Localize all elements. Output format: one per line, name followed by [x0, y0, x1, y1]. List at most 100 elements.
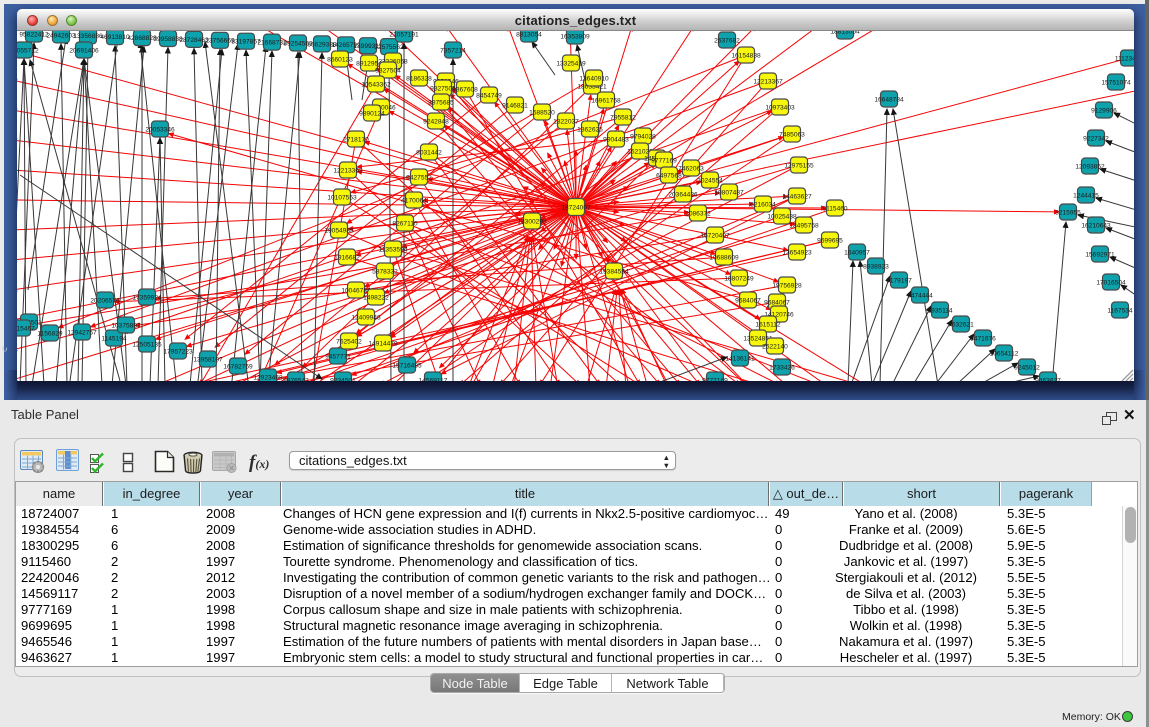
svg-text:9115460: 9115460 [822, 205, 848, 212]
svg-text:9890124: 9890124 [359, 110, 385, 117]
svg-text:15716485: 15716485 [392, 362, 422, 369]
svg-text:12409948: 12409948 [351, 314, 381, 321]
svg-text:21057191: 21057191 [389, 31, 419, 38]
svg-text:20206576: 20206576 [90, 297, 120, 304]
svg-text:10654112: 10654112 [990, 350, 1019, 357]
svg-text:10375887: 10375887 [111, 322, 141, 329]
svg-text:16720407: 16720407 [700, 232, 730, 239]
svg-text:2367608: 2367608 [452, 86, 478, 93]
svg-text:14136141: 14136141 [725, 355, 755, 362]
svg-text:13356886: 13356886 [73, 33, 103, 40]
svg-text:9227342: 9227342 [1083, 135, 1109, 142]
svg-text:9146821: 9146821 [502, 102, 528, 109]
svg-text:9777169: 9777169 [651, 157, 677, 164]
svg-text:12213367: 12213367 [753, 78, 783, 85]
svg-text:12942757: 12942757 [67, 329, 97, 336]
svg-text:16353809: 16353809 [560, 33, 590, 40]
svg-text:9684067: 9684067 [735, 297, 761, 304]
svg-text:1733426: 1733426 [769, 364, 795, 371]
svg-text:3024554: 3024554 [697, 177, 723, 184]
svg-text:1322037: 1322037 [553, 118, 579, 125]
svg-text:9876543: 9876543 [283, 377, 309, 381]
svg-text:7357214: 7357214 [440, 47, 466, 54]
svg-text:4170064: 4170064 [401, 197, 427, 204]
svg-text:9129906: 9129906 [1091, 107, 1117, 114]
svg-text:12093852: 12093852 [1075, 163, 1105, 170]
svg-text:17016504: 17016504 [1096, 279, 1126, 286]
svg-text:1244415: 1244415 [1073, 192, 1099, 199]
svg-text:1145194: 1145194 [101, 335, 127, 342]
svg-text:13325419: 13325419 [556, 60, 586, 67]
svg-text:9777169: 9777169 [702, 377, 728, 381]
svg-text:10688609: 10688609 [709, 254, 739, 261]
svg-text:1498222: 1498222 [363, 294, 389, 301]
svg-text:9463627: 9463627 [1035, 377, 1061, 381]
svg-text:9904483: 9904483 [603, 136, 629, 143]
svg-text:19384554: 19384554 [599, 268, 629, 275]
svg-text:8660123: 8660123 [327, 56, 353, 63]
svg-text:2935114: 2935114 [927, 307, 953, 314]
svg-text:19756928: 19756928 [772, 282, 802, 289]
svg-text:1156829: 1156829 [37, 330, 63, 337]
svg-text:9684067: 9684067 [764, 299, 790, 306]
svg-text:9699695: 9699695 [817, 237, 843, 244]
svg-text:10807487: 10807487 [714, 189, 744, 196]
svg-text:6216034: 6216034 [750, 201, 776, 208]
svg-text:1362625: 1362625 [577, 126, 603, 133]
svg-text:9457771: 9457771 [325, 353, 351, 360]
svg-text:9427552: 9427552 [406, 174, 432, 181]
svg-text:1640957: 1640957 [844, 249, 870, 256]
svg-text:2086372: 2086372 [685, 210, 711, 217]
svg-text:9474444: 9474444 [907, 292, 933, 299]
svg-text:7462063: 7462063 [678, 165, 704, 172]
svg-text:12213363: 12213363 [333, 167, 363, 174]
svg-text:20691406: 20691406 [69, 47, 99, 54]
svg-text:12923468: 12923468 [253, 374, 283, 381]
svg-text:18724007: 18724007 [561, 204, 591, 211]
svg-text:24942603: 24942603 [46, 32, 76, 39]
svg-text:16961758: 16961758 [591, 97, 621, 104]
svg-text:9234501: 9234501 [330, 377, 356, 381]
svg-text:11353594: 11353594 [379, 246, 408, 253]
svg-text:8267110: 8267110 [392, 220, 418, 227]
svg-text:17957223: 17957223 [163, 348, 193, 355]
svg-text:8813054: 8813054 [516, 31, 542, 38]
svg-text:22575562: 22575562 [374, 44, 404, 51]
svg-text:7485063: 7485063 [779, 131, 805, 138]
svg-text:16648784: 16648784 [874, 96, 904, 103]
svg-text:1615112: 1615112 [755, 321, 781, 328]
svg-text:7955812: 7955812 [610, 114, 636, 121]
svg-text:3915467: 3915467 [17, 325, 35, 332]
svg-text:10107553: 10107553 [327, 194, 357, 201]
svg-text:9327504: 9327504 [375, 67, 401, 74]
svg-text:2637682: 2637682 [714, 37, 740, 44]
svg-text:3875685: 3875685 [428, 99, 454, 106]
svg-text:18807249: 18807249 [724, 275, 754, 282]
svg-text:16210643: 16210643 [1081, 222, 1111, 229]
svg-text:7632621: 7632621 [948, 321, 974, 328]
svg-text:12505135: 12505135 [132, 341, 162, 348]
svg-text:10025438: 10025438 [767, 213, 797, 220]
svg-text:5878332: 5878332 [372, 268, 398, 275]
svg-text:14569117: 14569117 [419, 377, 448, 381]
svg-text:8938923: 8938923 [863, 263, 889, 270]
svg-text:8031442: 8031442 [416, 149, 442, 156]
svg-text:10046785: 10046785 [341, 287, 371, 294]
svg-text:9794028: 9794028 [630, 133, 656, 140]
svg-text:24055712: 24055712 [17, 47, 39, 54]
svg-text:10543362: 10543362 [361, 81, 391, 88]
svg-text:6497568: 6497568 [656, 172, 682, 179]
svg-text:14914479: 14914479 [368, 340, 398, 347]
svg-text:15751074: 15751074 [1101, 79, 1131, 86]
svg-text:13640910: 13640910 [579, 75, 609, 82]
svg-text:20364436: 20364436 [668, 191, 698, 198]
svg-text:12975155: 12975155 [784, 162, 814, 169]
svg-text:95822412: 95822412 [19, 31, 49, 38]
svg-text:18495758: 18495758 [789, 222, 819, 229]
svg-text:17359924: 17359924 [132, 294, 162, 301]
svg-text:11123456: 11123456 [1115, 55, 1134, 62]
svg-text:1588520: 1588520 [529, 109, 555, 116]
svg-text:6179197: 6179197 [886, 277, 912, 284]
svg-text:2718170: 2718170 [343, 136, 369, 143]
svg-text:46913810: 46913810 [100, 34, 130, 41]
